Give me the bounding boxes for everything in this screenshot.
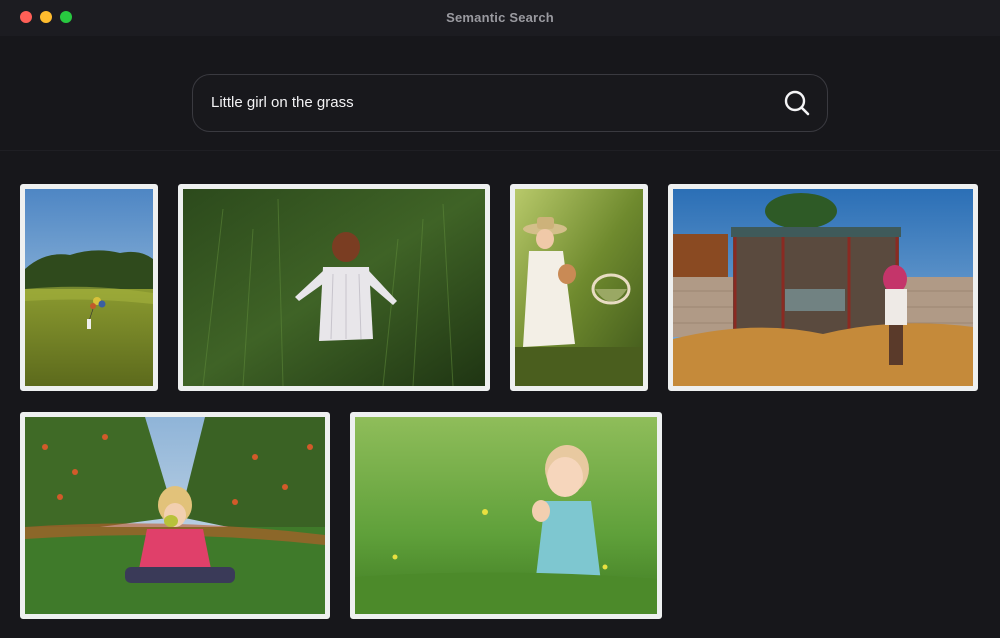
search-input[interactable]: Little girl on the grass bbox=[192, 74, 828, 132]
title-bar: Semantic Search bbox=[0, 0, 1000, 36]
photo-icon bbox=[183, 189, 485, 386]
window-title: Semantic Search bbox=[446, 10, 554, 25]
photo-icon bbox=[25, 189, 153, 386]
result-image-girl-hut-field[interactable] bbox=[668, 184, 978, 391]
search-query-text[interactable]: Little girl on the grass bbox=[211, 94, 354, 111]
result-image-girl-tall-grass-back[interactable] bbox=[178, 184, 490, 391]
result-image-girl-orchard-apple[interactable] bbox=[20, 412, 330, 619]
photo-icon bbox=[25, 417, 325, 614]
result-image-girl-straw-hat-basket[interactable] bbox=[510, 184, 648, 391]
search-icon[interactable] bbox=[783, 89, 811, 117]
photo-icon bbox=[515, 189, 643, 386]
result-image-girl-balloons-hill[interactable] bbox=[20, 184, 158, 391]
search-area: Little girl on the grass bbox=[0, 36, 1000, 151]
result-image-toddler-green-meadow[interactable] bbox=[350, 412, 662, 619]
photo-icon bbox=[355, 417, 657, 614]
photo-icon bbox=[673, 189, 973, 386]
